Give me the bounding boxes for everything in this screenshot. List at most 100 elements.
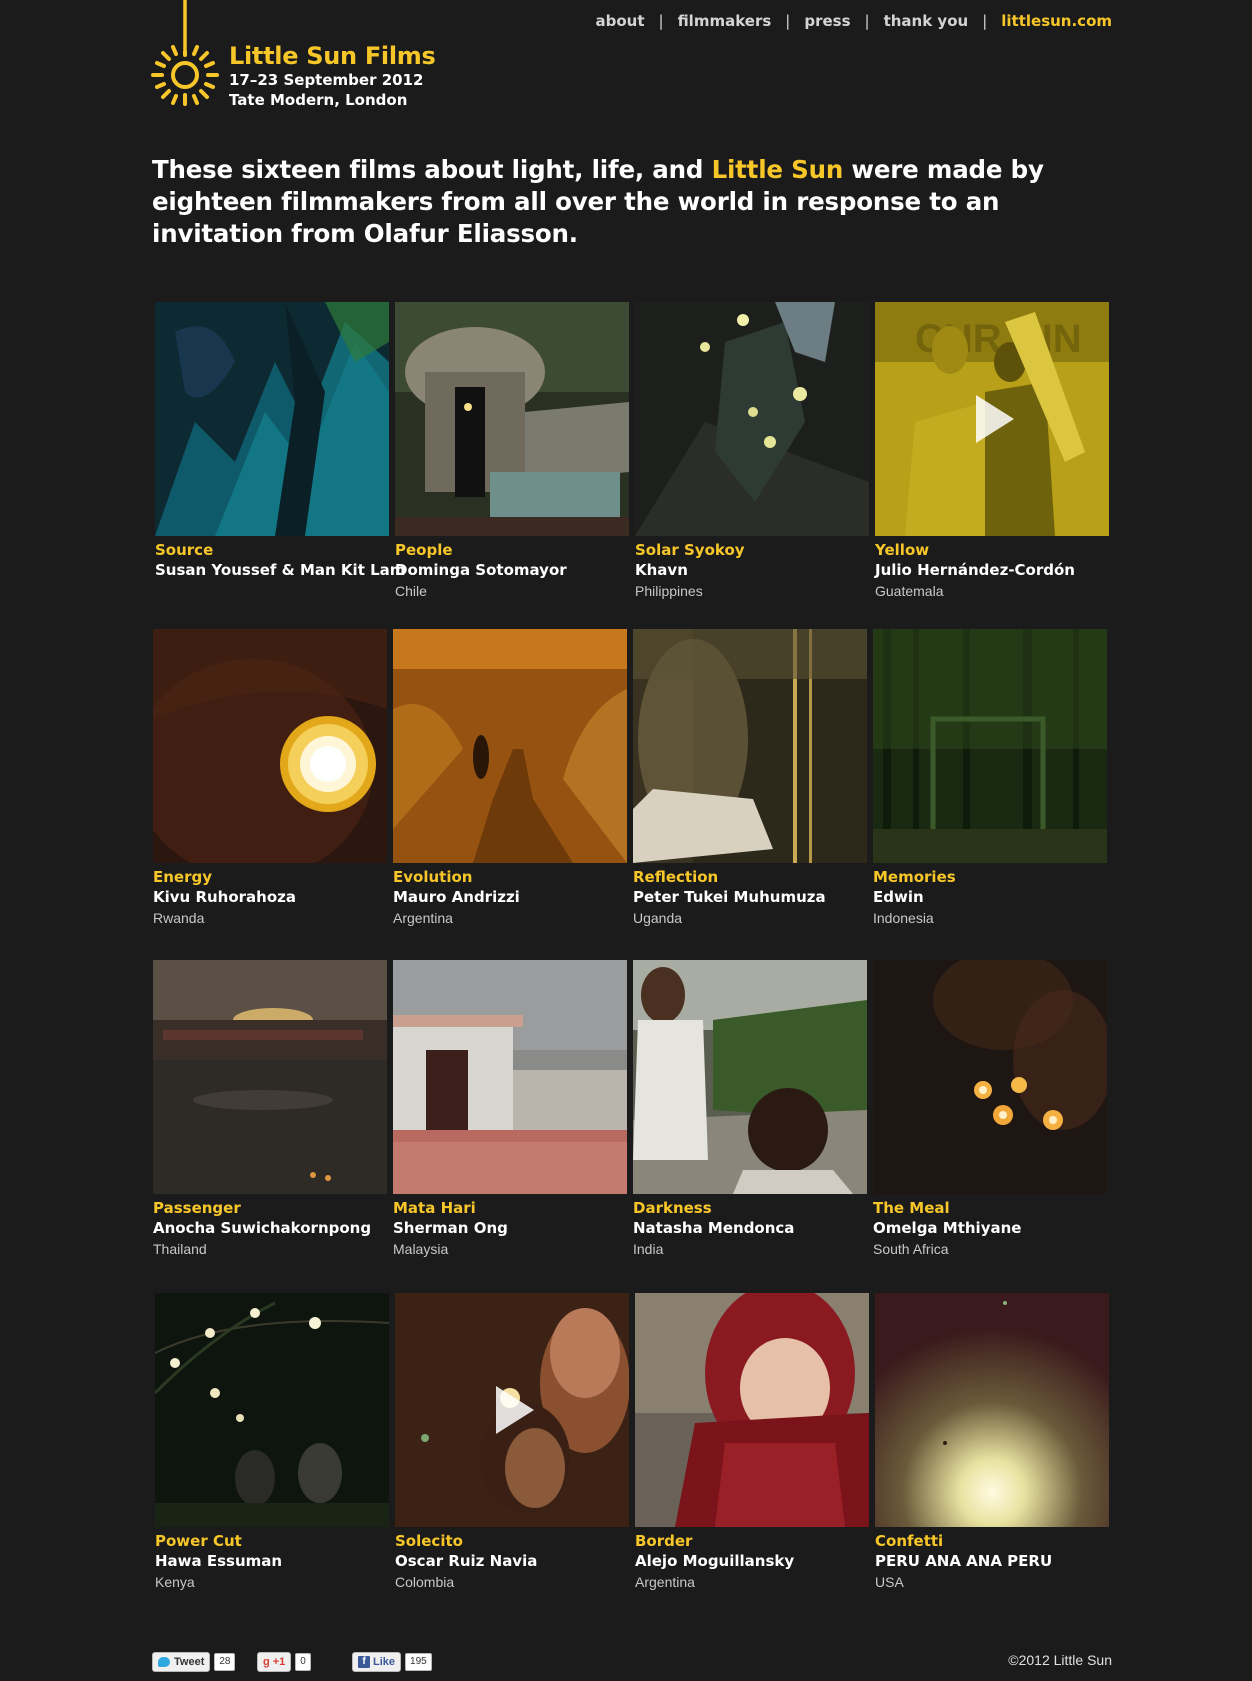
film-thumbnail-evolution[interactable] [393,629,627,863]
nav-link-press[interactable]: press [804,12,850,30]
film-title[interactable]: Passenger [153,1198,387,1218]
film-title[interactable]: Solar Syokoy [635,540,869,560]
film-thumbnail-solecito[interactable] [395,1293,629,1527]
nav-link-filmmakers[interactable]: filmmakers [678,12,772,30]
play-icon[interactable] [496,1386,534,1434]
film-title[interactable]: Border [635,1531,869,1551]
little-sun-logo-icon[interactable] [150,0,220,110]
film-thumbnail-source[interactable] [155,302,389,536]
film-tile[interactable]: CHR KIN Yellow Julio Hernández-Cordón Gu… [875,302,1109,602]
intro-text-start: These sixteen films about light, life, a… [152,155,712,184]
nav-link-thank-you[interactable]: thank you [884,12,969,30]
film-title[interactable]: Evolution [393,867,627,887]
nav-link-about[interactable]: about [595,12,644,30]
film-tile[interactable]: Darkness Natasha Mendonca India [633,960,867,1260]
tweet-count: 28 [214,1653,236,1671]
film-thumbnail-darkness[interactable] [633,960,867,1194]
facebook-icon: f [358,1656,370,1668]
film-tile[interactable]: People Dominga Sotomayor Chile [395,302,629,602]
intro-text: These sixteen films about light, life, a… [152,154,1092,250]
facebook-like-button[interactable]: f Like [352,1652,402,1672]
film-maker: PERU ANA ANA PERU [875,1552,1053,1570]
film-title[interactable]: People [395,540,629,560]
film-thumbnail-confetti[interactable] [875,1293,1109,1527]
film-title[interactable]: Darkness [633,1198,867,1218]
film-maker: Sherman Ong [393,1219,508,1237]
film-tile[interactable]: Energy Kivu Ruhorahoza Rwanda [153,629,387,929]
film-tile[interactable]: Border Alejo Moguillansky Argentina [635,1293,869,1593]
film-maker: Julio Hernández-Cordón [875,561,1075,579]
film-title[interactable]: Source [155,540,389,560]
google-plus-icon: g [263,1656,270,1668]
film-tile[interactable]: Memories Edwin Indonesia [873,629,1107,929]
film-maker: Edwin [873,888,924,906]
film-thumbnail-energy[interactable] [153,629,387,863]
film-tile[interactable]: Solar Syokoy Khavn Philippines [635,302,869,602]
film-thumbnail-memories[interactable] [873,629,1107,863]
page: Little Sun Films 17–23 September 2012 Ta… [0,0,1252,1681]
film-maker: Kivu Ruhorahoza [153,888,297,906]
film-country: South Africa [873,1241,949,1257]
twitter-bird-icon [158,1657,170,1667]
film-tile[interactable]: Reflection Peter Tukei Muhumuza Uganda [633,629,867,929]
film-title[interactable]: Memories [873,867,1107,887]
film-country: Philippines [635,583,703,599]
play-icon[interactable] [976,395,1014,443]
film-tile[interactable]: The Meal Omelga Mthiyane South Africa [873,960,1107,1260]
tweet-share: Tweet 28 [152,1652,236,1672]
film-tile[interactable]: Power Cut Hawa Essuman Kenya [155,1293,389,1593]
film-tile[interactable]: Solecito Oscar Ruiz Navia Colombia [395,1293,629,1593]
film-thumbnail-solar-syokoy[interactable] [635,302,869,536]
film-thumbnail-the-meal[interactable] [873,960,1107,1194]
film-thumbnail-border[interactable] [635,1293,869,1527]
site-title[interactable]: Little Sun Films [229,42,436,70]
copyright: ©2012 Little Sun [1008,1652,1112,1668]
film-maker: Anocha Suwichakornpong [153,1219,372,1237]
film-thumbnail-people[interactable] [395,302,629,536]
tweet-label: Tweet [174,1656,205,1668]
film-thumbnail-power-cut[interactable] [155,1293,389,1527]
film-tile[interactable]: Confetti PERU ANA ANA PERU USA [875,1293,1109,1593]
film-thumbnail-reflection[interactable] [633,629,867,863]
top-nav: about | filmmakers | press | thank you |… [595,12,1112,30]
like-label: Like [373,1656,396,1668]
brand-block: Little Sun Films 17–23 September 2012 Ta… [229,42,436,110]
tweet-button[interactable]: Tweet [152,1652,211,1672]
film-country: Rwanda [153,910,205,926]
film-title[interactable]: Energy [153,867,387,887]
gplus-share: g +1 0 [257,1652,311,1672]
film-title[interactable]: Mata Hari [393,1198,627,1218]
film-maker: Peter Tukei Muhumuza [633,888,826,906]
nav-separator: | [864,12,870,30]
film-country: Malaysia [393,1241,449,1257]
film-title[interactable]: The Meal [873,1198,1107,1218]
film-tile[interactable]: Source Susan Youssef & Man Kit Lam [155,302,405,580]
film-country: Colombia [395,1574,455,1590]
film-tile[interactable]: Passenger Anocha Suwichakornpong Thailan… [153,960,387,1260]
film-title[interactable]: Confetti [875,1531,1109,1551]
film-maker: Alejo Moguillansky [635,1552,795,1570]
film-title[interactable]: Solecito [395,1531,629,1551]
film-thumbnail-mata-hari[interactable] [393,960,627,1194]
nav-separator: | [658,12,664,30]
film-thumbnail-passenger[interactable] [153,960,387,1194]
gplus-button[interactable]: g +1 [257,1652,292,1672]
film-title[interactable]: Power Cut [155,1531,389,1551]
like-count: 195 [405,1653,432,1671]
film-maker: Mauro Andrizzi [393,888,520,906]
film-tile[interactable]: Evolution Mauro Andrizzi Argentina [393,629,627,929]
film-tile[interactable]: Mata Hari Sherman Ong Malaysia [393,960,627,1260]
facebook-share: f Like 195 [352,1652,432,1672]
film-country: Uganda [633,910,683,926]
film-title[interactable]: Reflection [633,867,867,887]
event-dates: 17–23 September 2012 [229,71,424,89]
film-thumbnail-yellow[interactable]: CHR KIN [875,302,1109,536]
event-venue: Tate Modern, London [229,91,408,109]
film-country: Kenya [155,1574,195,1590]
film-title[interactable]: Yellow [875,540,1109,560]
film-country: India [633,1241,664,1257]
intro-highlight: Little Sun [711,155,844,184]
gplus-count: 0 [295,1653,311,1671]
nav-link-littlesun[interactable]: littlesun.com [1001,12,1112,30]
film-maker: Hawa Essuman [155,1552,283,1570]
